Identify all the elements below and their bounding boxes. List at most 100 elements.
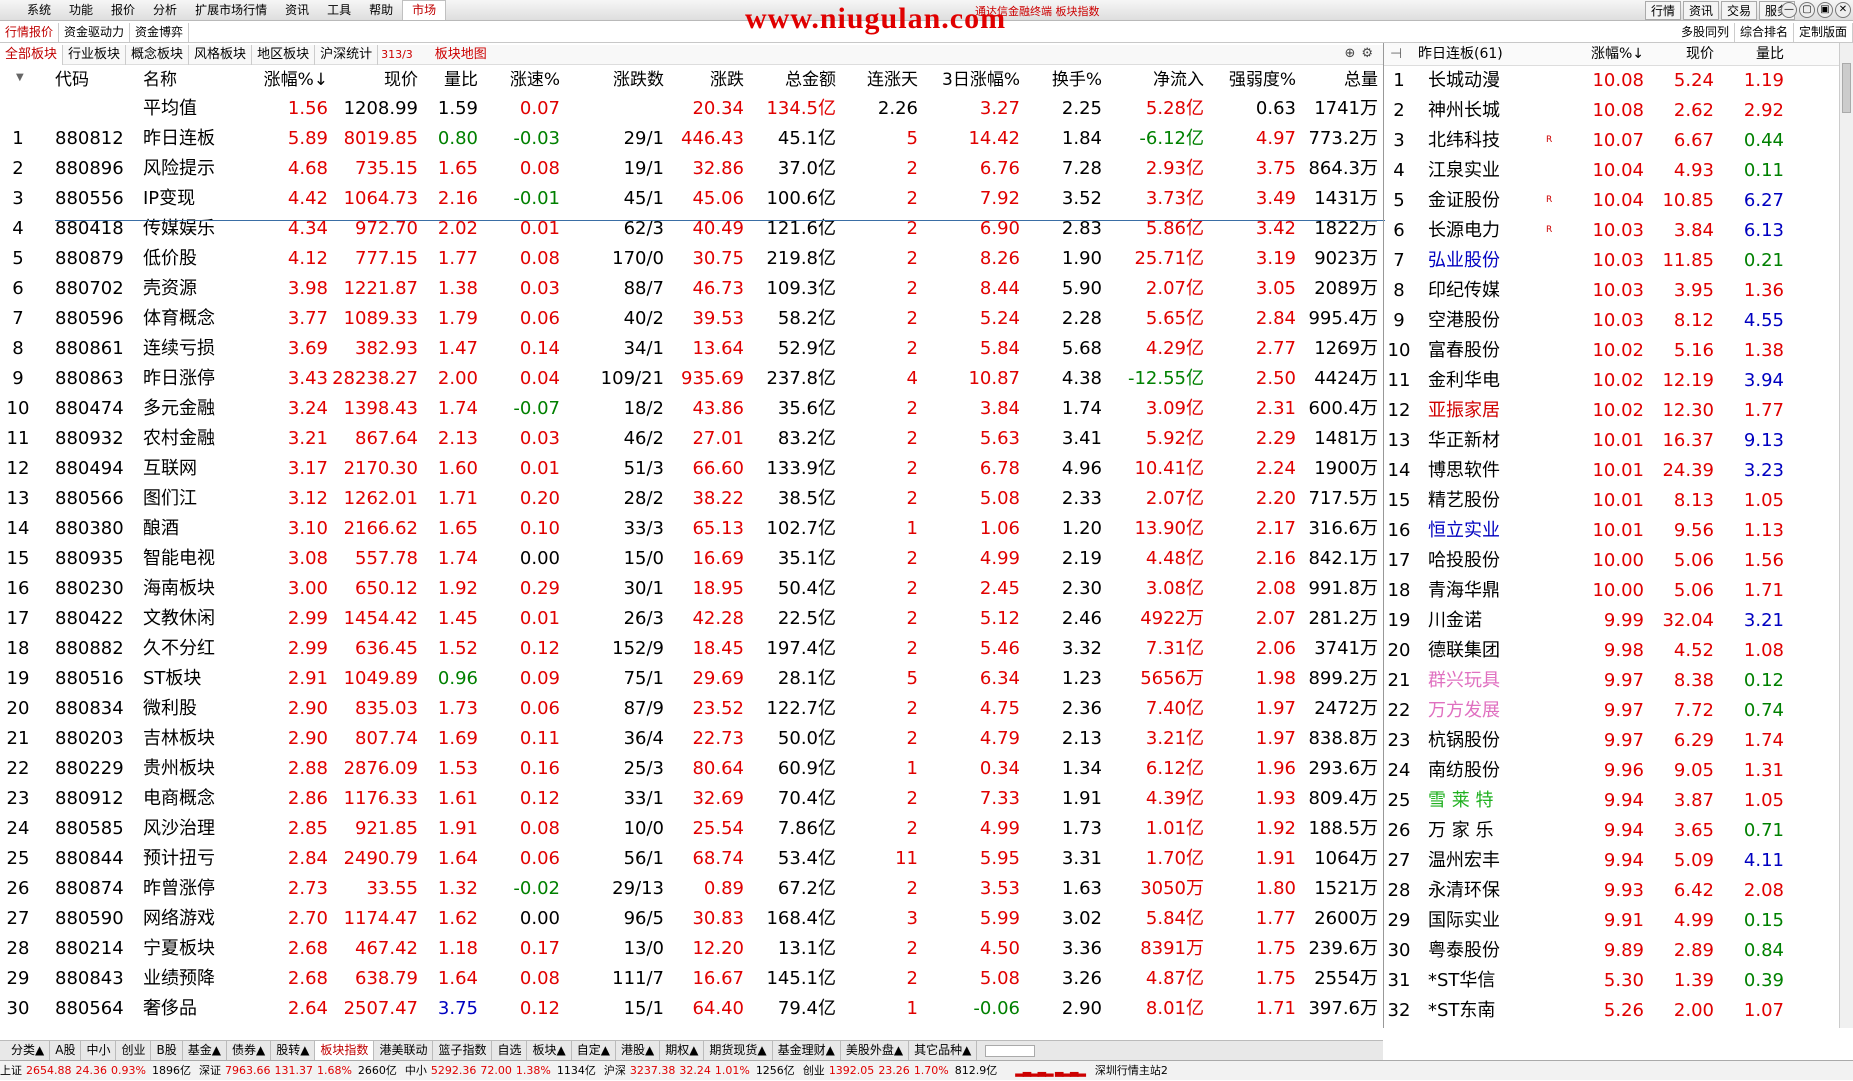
table-row[interactable]: 27 880590 网络游戏 2.70 1174.47 1.62 0.00 96/5 30.83… [0, 904, 1383, 934]
bottom-tab[interactable]: 基金理财▲ [773, 1041, 841, 1060]
tab-multi-stock[interactable]: 多股同列 [1676, 23, 1735, 42]
side-stock-name[interactable]: 群兴玩具 [1428, 666, 1538, 696]
bottom-tab[interactable]: 中小 [81, 1041, 117, 1060]
side-row[interactable]: 20 德联集团 9.98 4.52 1.08 [1384, 636, 1853, 666]
side-stock-name[interactable]: 德联集团 [1428, 636, 1538, 666]
side-stock-name[interactable]: 杭锅股份 [1428, 726, 1538, 756]
side-stock-name[interactable]: 亚振家居 [1428, 396, 1538, 426]
trade-button[interactable]: 交易 [1720, 1, 1757, 20]
gear-icon[interactable]: ⚙ [1361, 46, 1373, 61]
table-row[interactable]: 4 880418 传媒娱乐 4.34 972.70 2.02 0.01 62/3 40.49 12… [0, 214, 1383, 244]
table-row[interactable]: 5 880879 低价股 4.12 777.15 1.77 0.08 170/0 30.75 21… [0, 244, 1383, 274]
tab-ranking[interactable]: 综合排名 [1735, 23, 1794, 42]
table-row[interactable]: 8 880861 连续亏损 3.69 382.93 1.47 0.14 34/1 13.64 52… [0, 334, 1383, 364]
side-stock-name[interactable]: 弘业股份 [1428, 246, 1538, 276]
table-row[interactable]: 7 880596 体育概念 3.77 1089.33 1.79 0.06 40/2 39.53 5… [0, 304, 1383, 334]
header-name[interactable]: 名称 [140, 66, 240, 94]
maximize-icon[interactable]: ▣ [1817, 2, 1833, 18]
side-stock-name[interactable]: 长城动漫 [1428, 66, 1538, 96]
header-up-down-count[interactable]: 涨跌数 [560, 66, 664, 94]
header-code[interactable]: 代码 [55, 66, 115, 94]
quote-button[interactable]: 行情 [1644, 1, 1681, 20]
bottom-tab[interactable]: 板块指数 [315, 1041, 375, 1060]
cat-industry[interactable]: 行业板块 [63, 44, 127, 65]
cat-stats[interactable]: 沪深统计 [315, 44, 379, 65]
side-row[interactable]: 16 恒立实业 10.01 9.56 1.13 [1384, 516, 1853, 546]
cat-all-sectors[interactable]: 全部板块 [0, 44, 64, 65]
bottom-tab[interactable]: 股转▲ [271, 1041, 316, 1060]
bottom-tab[interactable]: 篮子指数 [433, 1041, 493, 1060]
header-three-day-change[interactable]: 3日涨幅% [918, 66, 1020, 94]
side-stock-name[interactable]: 粤泰股份 [1428, 936, 1538, 966]
side-stock-name[interactable]: *ST东南 [1428, 996, 1538, 1026]
side-stock-name[interactable]: 万 家 乐 [1428, 816, 1538, 846]
table-row[interactable]: 28 880214 宁夏板块 2.68 467.42 1.18 0.17 13/0 12.20 1… [0, 934, 1383, 964]
menu-extended-market[interactable]: 扩展市场行情 [186, 0, 276, 21]
table-row[interactable]: 23 880912 电商概念 2.86 1176.33 1.61 0.12 33/1 32.69… [0, 784, 1383, 814]
side-row[interactable]: 26 万 家 乐 9.94 3.65 0.71 [1384, 816, 1853, 846]
side-row[interactable]: 6 长源电力 10.03 3.84 6.13 R [1384, 216, 1853, 246]
side-row[interactable]: 15 精艺股份 10.01 8.13 1.05 [1384, 486, 1853, 516]
side-stock-name[interactable]: 华正新材 [1428, 426, 1538, 456]
side-row[interactable]: 24 南纺股份 9.96 9.05 1.31 [1384, 756, 1853, 786]
bottom-tab[interactable]: A股 [50, 1041, 82, 1060]
side-title[interactable]: 昨日连板(61) [1418, 43, 1503, 66]
table-row[interactable]: 9 880863 昨日涨停 3.43 28238.27 2.00 0.04 109/21 935… [0, 364, 1383, 394]
bottom-tab[interactable]: B股 [151, 1041, 183, 1060]
zoom-icon[interactable]: ⊕ [1344, 46, 1355, 61]
header-volume-ratio[interactable]: 量比 [418, 66, 478, 94]
side-stock-name[interactable]: 雪 莱 特 [1428, 786, 1538, 816]
side-stock-name[interactable]: 永清环保 [1428, 876, 1538, 906]
side-row[interactable]: 5 金证股份 10.04 10.85 6.27 R [1384, 186, 1853, 216]
side-stock-name[interactable]: 博思软件 [1428, 456, 1538, 486]
side-row[interactable]: 30 粤泰股份 9.89 2.89 0.84 [1384, 936, 1853, 966]
table-row[interactable]: 21 880203 吉林板块 2.90 807.74 1.69 0.11 36/4 22.73 5… [0, 724, 1383, 754]
side-row[interactable]: 27 温州宏丰 9.94 5.09 4.11 [1384, 846, 1853, 876]
side-stock-name[interactable]: 金证股份 [1428, 186, 1538, 216]
menu-help[interactable]: 帮助 [360, 0, 402, 21]
status-index[interactable]: 上证 2654.88 24.36 0.93% 1896亿 [0, 1061, 191, 1080]
scroll-thumb[interactable] [1842, 63, 1851, 113]
side-row[interactable]: 28 永清环保 9.93 6.42 2.08 [1384, 876, 1853, 906]
side-row[interactable]: 23 杭锅股份 9.97 6.29 1.74 [1384, 726, 1853, 756]
side-stock-name[interactable]: 空港股份 [1428, 306, 1538, 336]
table-row[interactable]: 10 880474 多元金融 3.24 1398.43 1.74 -0.07 18/2 43.8… [0, 394, 1383, 424]
tab-quotes[interactable]: 行情报价 [0, 23, 60, 42]
side-stock-name[interactable]: 温州宏丰 [1428, 846, 1538, 876]
side-row[interactable]: 14 博思软件 10.01 24.39 3.23 [1384, 456, 1853, 486]
minimize-icon[interactable]: — [1781, 2, 1797, 18]
bottom-tab[interactable]: 板块▲ [527, 1041, 572, 1060]
table-row[interactable]: 17 880422 文教休闲 2.99 1454.42 1.45 0.01 26/3 42.28… [0, 604, 1383, 634]
header-streak-days[interactable]: 连涨天 [836, 66, 918, 94]
side-stock-name[interactable]: 长源电力 [1428, 216, 1538, 246]
side-hdr-price[interactable]: 现价 [1654, 43, 1714, 66]
side-row[interactable]: 29 国际实业 9.91 4.99 0.15 [1384, 906, 1853, 936]
side-row[interactable]: 22 万方发展 9.97 7.72 0.74 [1384, 696, 1853, 726]
bottom-tab[interactable]: 其它品种▲ [909, 1041, 978, 1060]
side-scrollbar[interactable] [1839, 43, 1853, 1028]
average-row[interactable]: 平均值 1.56 1208.99 1.59 0.07 20.34 134.5亿 2.26 3.2… [0, 94, 1383, 124]
side-row[interactable]: 32 *ST东南 5.26 2.00 1.07 [1384, 996, 1853, 1026]
side-stock-name[interactable]: 北纬科技 [1428, 126, 1538, 156]
header-change[interactable]: 涨跌 [664, 66, 744, 94]
bottom-tab[interactable]: 美股外盘▲ [841, 1041, 910, 1060]
table-row[interactable]: 12 880494 互联网 3.17 2170.30 1.60 0.01 51/3 66.60 1… [0, 454, 1383, 484]
side-stock-name[interactable]: 国际实业 [1428, 906, 1538, 936]
sector-map-link[interactable]: 板块地图 [430, 45, 492, 65]
side-row[interactable]: 19 川金诺 9.99 32.04 3.21 [1384, 606, 1853, 636]
side-stock-name[interactable]: 万方发展 [1428, 696, 1538, 726]
side-stock-name[interactable]: 神州长城 [1428, 96, 1538, 126]
bottom-tab[interactable]: 债券▲ [227, 1041, 272, 1060]
bottom-tab[interactable]: 自定▲ [572, 1041, 616, 1060]
bottom-tab[interactable]: 创业 [116, 1041, 152, 1060]
side-hdr-change[interactable]: 涨幅%↓ [1574, 43, 1644, 66]
menu-market[interactable]: 市场 [402, 0, 447, 20]
side-stock-name[interactable]: 金利华电 [1428, 366, 1538, 396]
side-row[interactable]: 31 *ST华信 5.30 1.39 0.39 [1384, 966, 1853, 996]
side-stock-name[interactable]: 江泉实业 [1428, 156, 1538, 186]
tab-capital-game[interactable]: 资金博弈 [130, 23, 190, 42]
header-net-inflow[interactable]: 净流入 [1102, 66, 1204, 94]
news-button[interactable]: 资讯 [1682, 1, 1719, 20]
side-stock-name[interactable]: 哈投股份 [1428, 546, 1538, 576]
side-row[interactable]: 17 哈投股份 10.00 5.06 1.56 [1384, 546, 1853, 576]
